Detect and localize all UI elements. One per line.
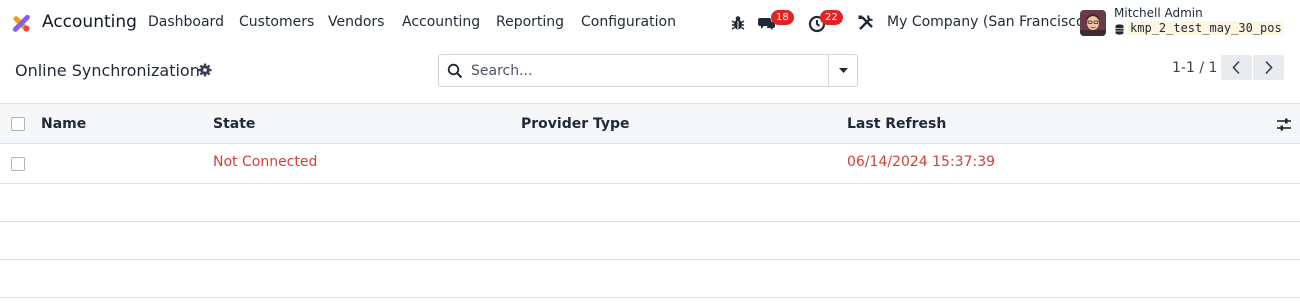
activities-count-badge: 22 bbox=[820, 10, 843, 25]
empty-row bbox=[0, 184, 1300, 222]
search-icon bbox=[447, 63, 463, 79]
app-name[interactable]: Accounting bbox=[42, 12, 137, 32]
empty-row bbox=[0, 260, 1300, 298]
tools-icon[interactable] bbox=[856, 13, 876, 33]
table-row[interactable]: Not Connected 06/14/2024 15:37:39 bbox=[0, 144, 1300, 184]
search-bar bbox=[438, 54, 858, 87]
column-header-provider-type[interactable]: Provider Type bbox=[521, 116, 630, 132]
chevron-right-icon bbox=[1265, 60, 1273, 75]
column-header-state[interactable]: State bbox=[213, 116, 255, 132]
messages-count-badge: 18 bbox=[771, 10, 794, 25]
accounting-app-icon[interactable] bbox=[10, 12, 32, 34]
empty-row bbox=[0, 222, 1300, 260]
search-input[interactable] bbox=[471, 61, 821, 81]
database-icon bbox=[1115, 24, 1124, 35]
page-title: Online Synchronization bbox=[15, 61, 200, 80]
menu-vendors[interactable]: Vendors bbox=[328, 14, 384, 30]
list-header: Name State Provider Type Last Refresh bbox=[0, 103, 1300, 144]
user-avatar[interactable] bbox=[1080, 10, 1106, 36]
menu-dashboard[interactable]: Dashboard bbox=[148, 14, 224, 30]
select-all-checkbox[interactable] bbox=[11, 117, 25, 131]
top-navbar: Accounting Dashboard Customers Vendors A… bbox=[0, 0, 1300, 46]
gear-icon[interactable] bbox=[198, 63, 212, 77]
pager-next-button[interactable] bbox=[1253, 55, 1284, 80]
menu-customers[interactable]: Customers bbox=[239, 14, 314, 30]
menu-accounting[interactable]: Accounting bbox=[402, 14, 480, 30]
column-header-last-refresh[interactable]: Last Refresh bbox=[847, 116, 946, 132]
optional-columns-icon[interactable] bbox=[1276, 117, 1292, 133]
column-header-name[interactable]: Name bbox=[41, 116, 86, 132]
menu-reporting[interactable]: Reporting bbox=[496, 14, 564, 30]
user-name[interactable]: Mitchell Admin bbox=[1114, 6, 1203, 20]
database-name: kmp_2_test_may_30_pos bbox=[1128, 21, 1284, 35]
cell-state: Not Connected bbox=[213, 154, 318, 170]
company-switcher[interactable]: My Company (San Francisco) bbox=[887, 14, 1090, 30]
row-checkbox[interactable] bbox=[11, 157, 25, 171]
search-options-toggle[interactable] bbox=[828, 55, 857, 86]
pager-previous-button[interactable] bbox=[1221, 55, 1252, 80]
caret-down-icon bbox=[839, 68, 848, 73]
chevron-left-icon bbox=[1232, 60, 1240, 75]
menu-configuration[interactable]: Configuration bbox=[581, 14, 676, 30]
pager-value[interactable]: 1-1 / 1 bbox=[1172, 60, 1217, 76]
cell-last-refresh: 06/14/2024 15:37:39 bbox=[847, 154, 996, 170]
bug-icon[interactable] bbox=[728, 13, 748, 33]
